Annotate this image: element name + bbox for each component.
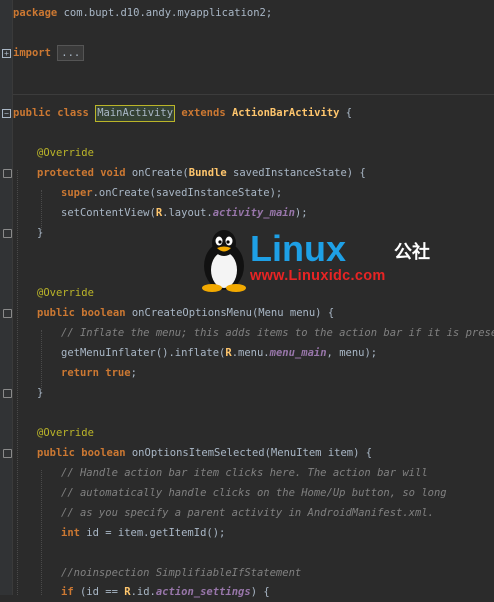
keyword: protected [37,167,94,179]
code-text: .onCreate(savedInstanceState); [92,187,283,199]
keyword: public [37,307,75,319]
keyword: int [61,527,80,539]
fold-expand-icon[interactable]: + [2,49,11,58]
method-signature: onOptionsItemSelected(MenuItem item) { [125,447,373,459]
keyword: class [57,107,89,119]
indent-guide [41,330,42,390]
code-line-comment[interactable]: // Inflate the menu; this adds items to … [61,323,494,343]
field-ref: activity_main [212,207,295,219]
linuxidc-watermark: Linux 公社 www.Linuxidc.com [198,228,443,292]
fold-collapse-icon[interactable] [3,449,12,458]
code-line-method-signature[interactable]: public boolean onOptionsItemSelected(Men… [37,443,372,463]
brace: { [339,107,353,119]
keyword: public [37,447,75,459]
keyword: public [13,107,51,119]
field-ref: menu_main [269,347,327,359]
keyword: boolean [81,447,126,459]
keyword: package [13,7,58,19]
keyword: extends [181,107,226,119]
keyword: true [105,367,131,379]
code-text: .id. [130,586,156,598]
indent-guide [17,170,18,595]
brace: } [37,227,44,239]
code-line-method-signature[interactable]: public boolean onCreateOptionsMenu(Menu … [37,303,334,323]
code-text: .menu. [231,347,270,359]
package-name: com.bupt.d10.andy.myapplication2; [57,7,273,19]
code-line-return[interactable]: return true; [61,363,137,383]
tux-penguin-icon [202,230,246,292]
code-line-method-signature[interactable]: protected void onCreate(Bundle savedInst… [37,163,366,183]
fold-collapse-icon[interactable] [3,309,12,318]
code-text: getMenuInflater().inflate( [61,347,226,359]
code-line-close[interactable]: } [37,223,43,243]
code-line[interactable]: getMenuInflater().inflate(R.menu.menu_ma… [61,343,377,363]
code-line-annotation[interactable]: @Override [37,423,94,443]
comment: //noinspection SimplifiableIfStatement [61,567,302,579]
class-name-highlight[interactable]: MainActivity [95,105,176,122]
param: savedInstanceState) { [226,167,366,179]
comment: // automatically handle clicks on the Ho… [61,487,447,499]
code-text: id = item.getItemId(); [79,527,226,539]
annotation: @Override [37,147,94,159]
fold-end-icon[interactable] [3,229,12,238]
code-line-comment[interactable]: // as you specify a parent activity in A… [61,503,434,523]
keyword: return [61,367,99,379]
code-line[interactable]: super.onCreate(savedInstanceState); [61,183,282,203]
code-line-comment[interactable]: //noinspection SimplifiableIfStatement [61,563,301,583]
brace: } [37,387,44,399]
code-text: setContentView( [61,207,156,219]
fold-collapse-icon[interactable] [3,169,12,178]
super-class: ActionBarActivity [231,107,340,119]
class-name: MainActivity [97,107,174,119]
keyword: boolean [81,307,126,319]
type-name: Bundle [188,167,227,179]
keyword: void [100,167,126,179]
comment: // Inflate the menu; this adds items to … [61,327,494,339]
watermark-brand-cn: 公社 [394,242,430,263]
indent-guide [41,470,42,595]
code-line-class[interactable]: public class MainActivity extends Action… [13,103,352,123]
code-text: ); [294,207,308,219]
line-separator [13,94,494,95]
code-line-annotation[interactable]: @Override [37,143,94,163]
comment: // Handle action bar item clicks here. T… [61,467,428,479]
code-text: ; [130,367,137,379]
keyword: if [61,586,74,598]
fold-end-icon[interactable] [3,389,12,398]
comment: // as you specify a parent activity in A… [61,507,434,519]
code-line[interactable]: if (id == R.id.action_settings) { [61,582,270,602]
code-line-import[interactable]: import ... [13,43,85,63]
code-line-package[interactable]: package com.bupt.d10.andy.myapplication2… [13,3,272,23]
keyword: super [61,187,93,199]
annotation: @Override [37,287,94,299]
code-text: ) { [250,586,270,598]
watermark-url: www.Linuxidc.com [250,268,386,284]
code-text: .layout. [162,207,213,219]
code-line-comment[interactable]: // automatically handle clicks on the Ho… [61,483,447,503]
fold-collapse-icon[interactable]: − [2,109,11,118]
method-name: onCreate( [125,167,189,179]
code-line[interactable]: int id = item.getItemId(); [61,523,225,543]
code-line-comment[interactable]: // Handle action bar item clicks here. T… [61,463,428,483]
editor-gutter [0,0,13,595]
folded-region[interactable]: ... [57,45,85,61]
code-text: , menu); [326,347,378,359]
keyword: import [13,47,51,59]
code-line-annotation[interactable]: @Override [37,283,94,303]
watermark-brand: Linux [250,228,346,269]
field-ref: action_settings [155,586,251,598]
annotation: @Override [37,427,94,439]
code-line[interactable]: setContentView(R.layout.activity_main); [61,203,308,223]
code-editor[interactable]: package com.bupt.d10.andy.myapplication2… [0,0,494,598]
code-text: (id == [73,586,125,598]
method-signature: onCreateOptionsMenu(Menu menu) { [125,307,335,319]
code-line-close[interactable]: } [37,383,43,403]
